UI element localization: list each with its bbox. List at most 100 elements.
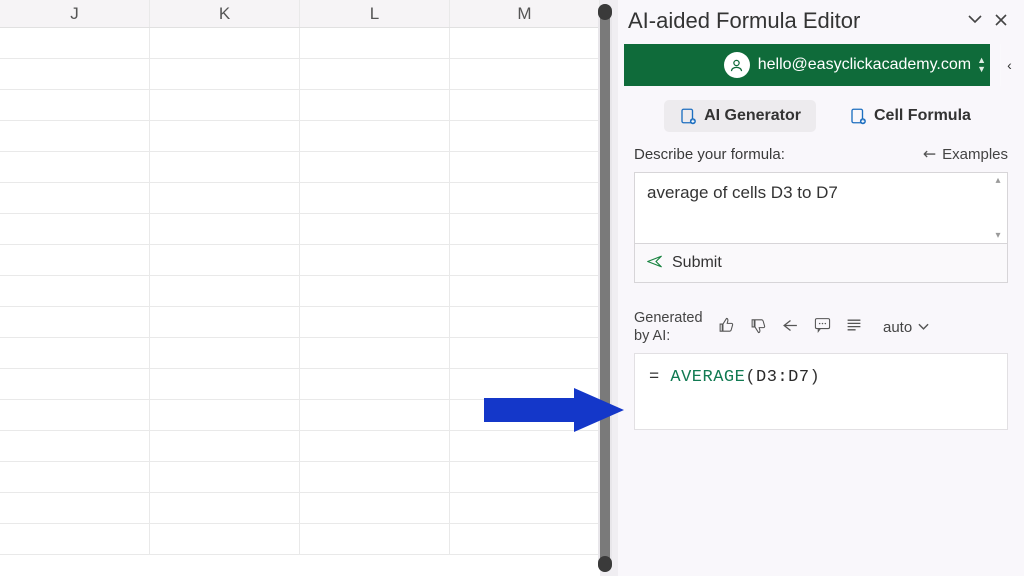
cell[interactable] xyxy=(0,493,150,523)
cell[interactable] xyxy=(450,183,600,213)
cell[interactable] xyxy=(300,431,450,461)
tab-cell-formula[interactable]: Cell Formula xyxy=(834,100,986,132)
vertical-scrollbar[interactable] xyxy=(598,4,612,572)
cell[interactable] xyxy=(300,524,450,554)
cell[interactable] xyxy=(150,431,300,461)
grid-row[interactable] xyxy=(0,59,600,90)
cell[interactable] xyxy=(300,59,450,89)
grid-row[interactable] xyxy=(0,276,600,307)
cell[interactable] xyxy=(300,307,450,337)
cell[interactable] xyxy=(150,59,300,89)
cell[interactable] xyxy=(300,152,450,182)
cell[interactable] xyxy=(300,121,450,151)
col-header-l[interactable]: L xyxy=(300,0,450,27)
col-header-k[interactable]: K xyxy=(150,0,300,27)
grid-row[interactable] xyxy=(0,369,600,400)
cell[interactable] xyxy=(0,183,150,213)
cell[interactable] xyxy=(0,245,150,275)
cell[interactable] xyxy=(450,307,600,337)
cell[interactable] xyxy=(0,28,150,58)
thumbs-down-icon[interactable] xyxy=(750,317,767,338)
cell[interactable] xyxy=(450,121,600,151)
tab-ai-generator[interactable]: AI Generator xyxy=(664,100,816,132)
thumbs-up-icon[interactable] xyxy=(718,317,735,338)
grid-row[interactable] xyxy=(0,307,600,338)
grid-row[interactable] xyxy=(0,400,600,431)
scrollbar-down[interactable] xyxy=(598,556,612,572)
grid-row[interactable] xyxy=(0,90,600,121)
cell[interactable] xyxy=(300,28,450,58)
cell[interactable] xyxy=(0,59,150,89)
cell[interactable] xyxy=(150,462,300,492)
cell[interactable] xyxy=(0,524,150,554)
cell[interactable] xyxy=(450,245,600,275)
cell[interactable] xyxy=(150,214,300,244)
generated-formula[interactable]: = AVERAGE(D3:D7) xyxy=(634,353,1008,430)
cell[interactable] xyxy=(150,28,300,58)
comment-icon[interactable] xyxy=(814,317,831,337)
examples-link[interactable]: ↙ Examples xyxy=(923,144,1008,164)
grid-row[interactable] xyxy=(0,214,600,245)
cell[interactable] xyxy=(0,276,150,306)
cell[interactable] xyxy=(450,214,600,244)
grid-row[interactable] xyxy=(0,121,600,152)
cell[interactable] xyxy=(300,245,450,275)
scrollbar-up[interactable] xyxy=(598,4,612,20)
grid-row[interactable] xyxy=(0,245,600,276)
cell[interactable] xyxy=(0,152,150,182)
panel-collapse-icon[interactable]: ‹ xyxy=(1000,44,1018,86)
cell[interactable] xyxy=(300,90,450,120)
cell[interactable] xyxy=(450,400,600,430)
cell[interactable] xyxy=(300,493,450,523)
cell[interactable] xyxy=(450,369,600,399)
cell[interactable] xyxy=(450,493,600,523)
grid-row[interactable] xyxy=(0,493,600,524)
cell[interactable] xyxy=(450,28,600,58)
cell[interactable] xyxy=(0,338,150,368)
cell[interactable] xyxy=(150,369,300,399)
cell[interactable] xyxy=(450,276,600,306)
cell[interactable] xyxy=(0,400,150,430)
cell[interactable] xyxy=(450,59,600,89)
cell[interactable] xyxy=(300,369,450,399)
cell[interactable] xyxy=(450,152,600,182)
cell[interactable] xyxy=(0,369,150,399)
cell[interactable] xyxy=(150,121,300,151)
cell[interactable] xyxy=(150,524,300,554)
description-spinner[interactable]: ▴ ▾ xyxy=(991,175,1005,241)
grid-row[interactable] xyxy=(0,431,600,462)
cell[interactable] xyxy=(0,307,150,337)
grid-row[interactable] xyxy=(0,28,600,59)
minimize-icon[interactable] xyxy=(962,11,988,32)
account-bar[interactable]: hello@easyclickacademy.com ▲▼ xyxy=(624,44,990,86)
cell[interactable] xyxy=(450,524,600,554)
spin-up-icon[interactable]: ▴ xyxy=(995,175,1000,186)
grid-row[interactable] xyxy=(0,462,600,493)
account-dropdown-icon[interactable]: ▲▼ xyxy=(977,56,986,74)
cell[interactable] xyxy=(0,214,150,244)
cell[interactable] xyxy=(300,183,450,213)
cell[interactable] xyxy=(300,462,450,492)
cell[interactable] xyxy=(0,462,150,492)
format-icon[interactable] xyxy=(846,318,862,336)
cell[interactable] xyxy=(300,400,450,430)
grid-row[interactable] xyxy=(0,338,600,369)
scrollbar-thumb[interactable] xyxy=(600,4,610,572)
spreadsheet-grid[interactable]: J K L M xyxy=(0,0,600,576)
grid-row[interactable] xyxy=(0,152,600,183)
cell[interactable] xyxy=(450,90,600,120)
submit-button[interactable]: Submit xyxy=(634,244,1008,283)
cell[interactable] xyxy=(450,462,600,492)
description-input[interactable]: average of cells D3 to D7 ▴ ▾ xyxy=(634,172,1008,244)
cell[interactable] xyxy=(150,152,300,182)
grid-row[interactable] xyxy=(0,183,600,214)
cell[interactable] xyxy=(0,121,150,151)
cell[interactable] xyxy=(150,245,300,275)
cell[interactable] xyxy=(150,400,300,430)
cell[interactable] xyxy=(150,493,300,523)
close-icon[interactable] xyxy=(988,11,1014,32)
cell[interactable] xyxy=(150,338,300,368)
col-header-j[interactable]: J xyxy=(0,0,150,27)
cell[interactable] xyxy=(300,338,450,368)
cell[interactable] xyxy=(300,214,450,244)
